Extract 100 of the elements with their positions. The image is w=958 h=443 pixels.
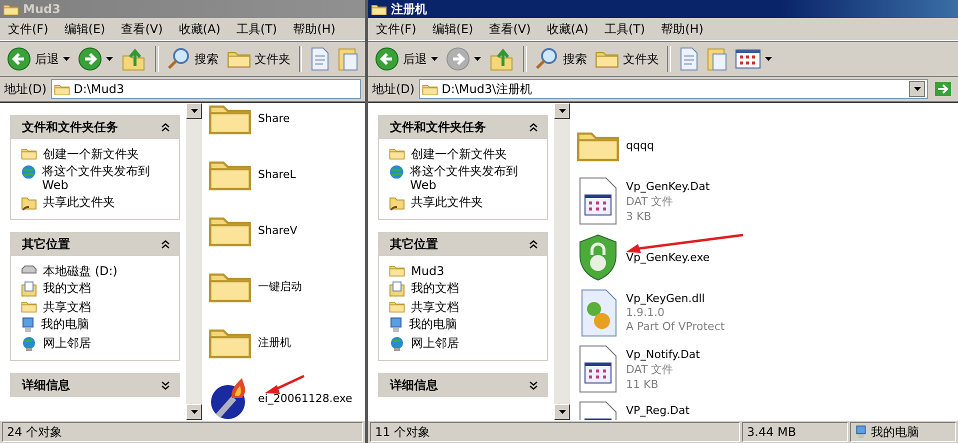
documents-icon [21,281,37,297]
file-detail: A Part Of VProtect [626,320,725,333]
dropdown-button[interactable] [909,81,925,97]
task-link[interactable]: 我的电脑 [389,317,541,333]
scroll-up-button[interactable] [554,103,570,119]
task-link[interactable]: 创建一个新文件夹 [389,147,541,161]
computer-icon [21,317,35,333]
task-link[interactable]: 共享此文件夹 [389,195,541,211]
caret-icon [765,57,772,61]
file-name: Share [258,112,290,124]
folder-icon [208,103,252,136]
collapse-chevron-icon [529,122,538,132]
scroll-down-button[interactable] [186,404,202,420]
expand-chevron-icon [161,380,170,390]
menu-item[interactable]: 文件(F) [376,20,416,38]
scroll-down-button[interactable] [554,404,570,420]
panel-header[interactable]: 文件和文件夹任务 [10,115,180,139]
menu-item[interactable]: 帮助(H) [293,20,336,38]
address-field[interactable]: D:\Mud3 [74,82,358,96]
window-title: Mud3 [23,2,60,16]
task-link[interactable]: 创建一个新文件夹 [21,147,173,161]
folder-icon [371,2,387,16]
menu-item[interactable]: 帮助(H) [661,20,704,38]
task-link[interactable]: 将这个文件夹发布到 Web [21,164,173,192]
task-link[interactable]: Mud3 [389,264,541,278]
file-name: 一键启动 [258,278,302,294]
status-text: 11 个对象 [370,422,740,442]
status-text: 24 个对象 [2,422,363,442]
menu-item[interactable]: 查看(V) [489,20,531,38]
file-name: Vp_Notify.Dat [626,348,700,361]
shared-folder-icon [21,195,37,211]
search-button[interactable]: 搜索 [532,45,590,73]
panel-header[interactable]: 其它位置 [10,232,180,256]
address-label: 地址(D) [4,80,47,98]
globe-icon [389,164,404,180]
menu-item[interactable]: 编辑(E) [64,20,106,38]
panel-header[interactable]: 其它位置 [378,232,548,256]
task-link[interactable]: 共享文档 [21,300,173,314]
task-link[interactable]: 共享文档 [389,300,541,314]
folders-button[interactable]: 文件夹 [224,47,294,71]
scroll-up-button[interactable] [186,103,202,119]
menu-item[interactable]: 工具(T) [236,20,278,38]
file-name: 注册机 [258,334,291,350]
status-text: 我的电脑 [850,422,956,442]
panel-header[interactable]: 详细信息 [10,373,180,397]
caret-icon [558,410,566,414]
menu-item[interactable]: 编辑(E) [432,20,474,38]
search-button[interactable]: 搜索 [164,45,222,73]
globe-icon [21,164,36,180]
task-link[interactable]: 将这个文件夹发布到 Web [389,164,541,192]
file-name: VP_Reg.Dat [626,404,690,417]
menu-item[interactable]: 文件(F) [8,20,48,38]
file-detail: 11 KB [626,378,660,391]
folder-icon [21,300,37,313]
folder-icon [54,82,70,96]
clipboard-icon [707,46,727,72]
task-link[interactable]: 网上邻居 [389,336,541,352]
menu-item[interactable]: 收藏(A) [178,20,220,38]
task-link[interactable]: 共享此文件夹 [21,195,173,211]
network-globe-icon [389,336,405,352]
address-bar[interactable]: D:\Mud3 [50,79,361,99]
folder-up-arrow-icon [489,46,515,72]
folders-button[interactable]: 文件夹 [592,47,662,71]
search-icon [166,47,190,71]
back-button[interactable]: 后退 [372,45,441,73]
menu-item[interactable]: 收藏(A) [546,20,588,38]
menu-item[interactable]: 查看(V) [121,20,163,38]
computer-icon [389,317,403,333]
go-button[interactable] [932,80,954,98]
folder-icon [3,2,19,16]
shared-folder-icon [389,195,405,211]
caret-icon [63,57,70,61]
panel-header[interactable]: 文件和文件夹任务 [378,115,548,139]
file-name: Vp_KeyGen.dll [626,292,706,305]
task-link[interactable]: 我的文档 [21,281,173,297]
task-link[interactable]: 我的文档 [389,281,541,297]
caret-icon [190,109,198,113]
caret-icon [431,57,438,61]
menu-item[interactable]: 工具(T) [604,20,646,38]
network-globe-icon [21,336,37,352]
task-link[interactable]: 网上邻居 [21,336,173,352]
folder-icon [595,49,619,69]
task-link[interactable]: 本地磁盘 (D:) [21,264,173,278]
grid-icon [735,49,761,69]
folder-icon [389,300,405,313]
file-detail: 1.9.1.0 [626,306,666,319]
address-field[interactable]: D:\Mud3\注册机 [442,82,905,96]
file-name: ShareV [258,224,298,236]
address-label: 地址(D) [372,80,415,98]
collapse-chevron-icon [529,240,538,248]
address-bar[interactable]: D:\Mud3\注册机 [418,79,928,99]
expand-chevron-icon [529,380,538,390]
file-detail: DAT 文件 [626,362,674,377]
back-button[interactable]: 后退 [4,45,73,73]
panel-header[interactable]: 详细信息 [378,373,548,397]
folder-icon [226,49,250,69]
task-link[interactable]: 我的电脑 [21,317,173,333]
folder-icon [389,264,405,277]
caret-icon [106,57,113,61]
file-name: ShareL [258,168,296,180]
